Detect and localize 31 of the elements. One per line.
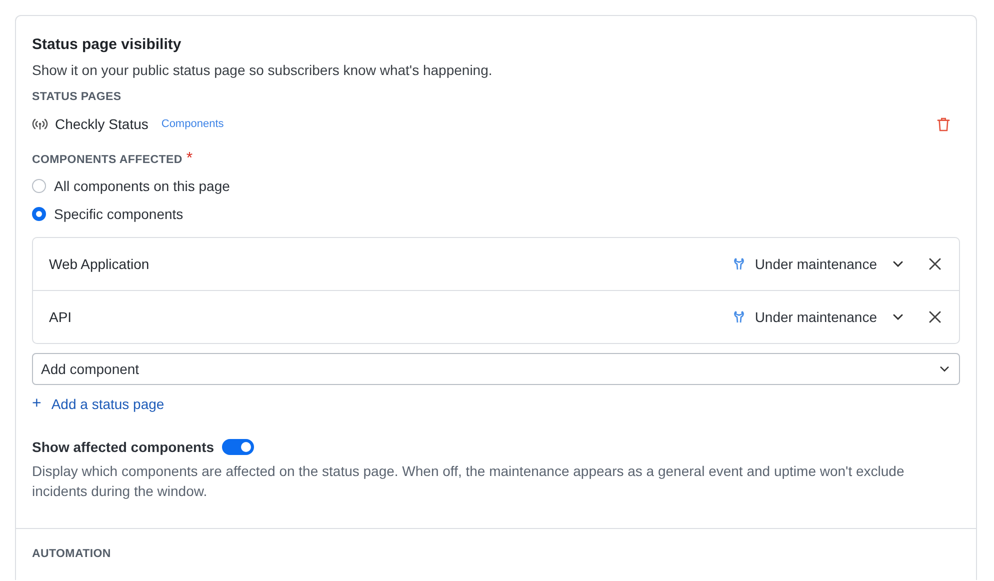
section-label: AUTOMATION — [32, 548, 112, 560]
plus-icon: + — [32, 396, 42, 412]
close-icon — [929, 258, 941, 270]
radio-option[interactable]: Specific components — [32, 203, 960, 224]
remove-button[interactable] — [927, 256, 943, 272]
chevron-down-icon — [893, 314, 903, 320]
chevron-down-icon — [940, 366, 949, 372]
toggle-description: Display which components are affected on the status page. When off, the maintenance appears as a general event and uptime won't exclude incidents during the window. — [32, 462, 906, 501]
field-label: COMPONENTS AFFECTED — [32, 154, 182, 166]
wrench-icon — [732, 310, 745, 324]
required-mark: * — [186, 150, 193, 168]
add-component-select[interactable]: Add component — [32, 353, 960, 385]
status-page-name: Checkly Status — [55, 116, 148, 132]
section-title: Status page visibility — [32, 36, 182, 54]
component-name: Web Application — [49, 256, 150, 272]
radio-option[interactable]: All components on this page — [32, 175, 960, 196]
status-dropdown[interactable]: Under maintenance — [732, 256, 903, 272]
status-dropdown[interactable]: Under maintenance — [732, 309, 903, 325]
section-description: Show it on your public status page so subscribers know what's happening. — [32, 62, 494, 78]
trash-icon — [937, 116, 950, 132]
close-icon — [929, 311, 941, 323]
field-label: STATUS PAGES — [32, 91, 122, 103]
toggle-switch[interactable] — [222, 439, 254, 455]
component-name: API — [49, 309, 73, 325]
remove-button[interactable] — [927, 309, 943, 325]
broadcast-icon — [32, 118, 48, 130]
chevron-down-icon — [893, 261, 903, 267]
components-tag: Components — [161, 118, 224, 130]
toggle-label: Show affected components — [32, 439, 214, 455]
wrench-icon — [732, 257, 745, 271]
add-status-page-link[interactable]: Add a status page — [51, 396, 164, 412]
